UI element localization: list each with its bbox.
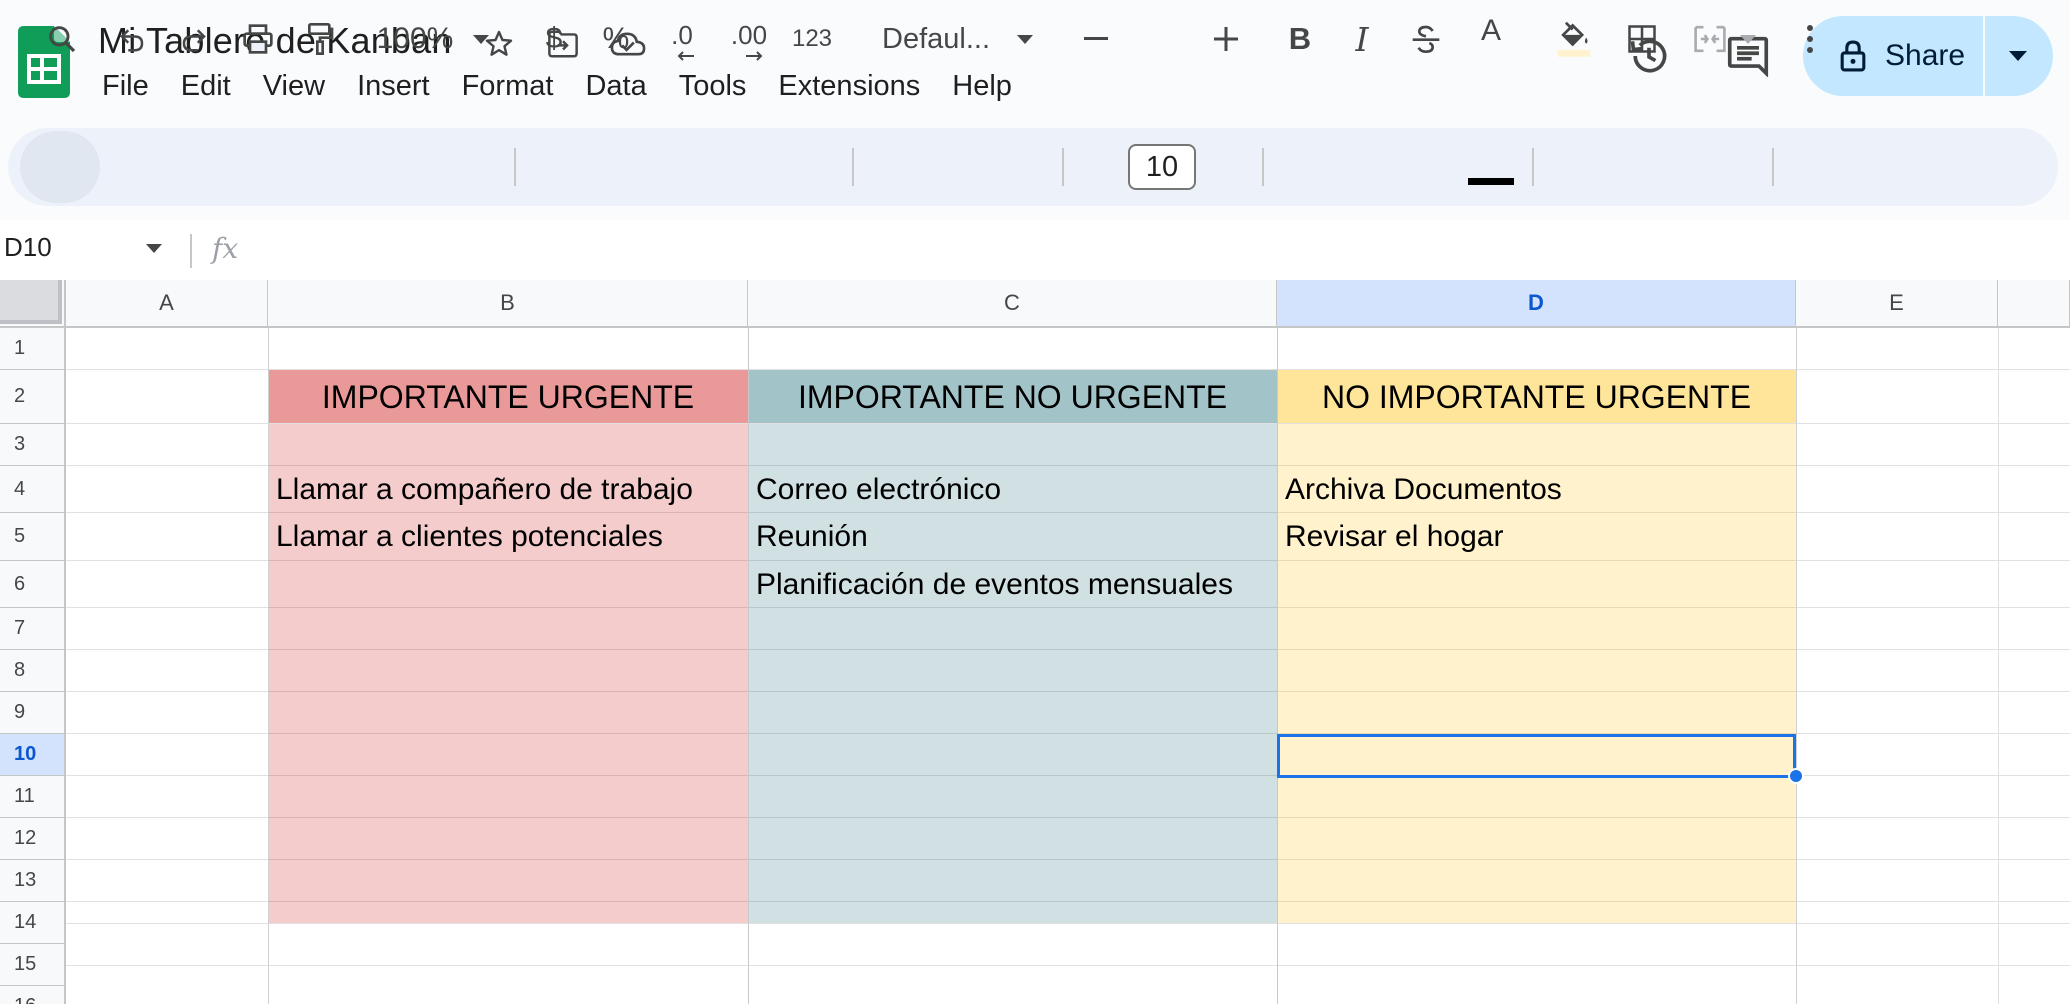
row-header-3[interactable]: 3 bbox=[0, 424, 66, 466]
row-header-15[interactable]: 15 bbox=[0, 944, 66, 986]
redo-icon[interactable] bbox=[172, 0, 216, 78]
strikethrough-icon[interactable] bbox=[1406, 0, 1446, 78]
row-header-6[interactable]: 6 bbox=[0, 561, 66, 608]
column-header-next[interactable] bbox=[1998, 280, 2070, 328]
search-menus-button[interactable] bbox=[20, 131, 100, 203]
more-formats-button[interactable]: 123 bbox=[786, 0, 838, 78]
paint-format-icon[interactable] bbox=[298, 0, 342, 78]
row-header-12[interactable]: 12 bbox=[0, 818, 66, 860]
sheet-grid: A B C D E 1 2 3 4 5 6 7 8 9 10 11 12 13 … bbox=[0, 280, 2070, 1004]
fill-color-icon[interactable] bbox=[1552, 0, 1596, 78]
cell-b4[interactable]: Llamar a compañero de trabajo bbox=[268, 466, 748, 513]
share-button[interactable]: Share bbox=[1803, 16, 1985, 96]
italic-button[interactable]: I bbox=[1344, 0, 1380, 78]
zoom-select[interactable]: 100% bbox=[360, 0, 470, 78]
borders-icon[interactable] bbox=[1622, 0, 1662, 78]
fill-handle[interactable] bbox=[1788, 768, 1804, 784]
font-size-input[interactable]: 10 bbox=[1128, 144, 1196, 190]
row-header-7[interactable]: 7 bbox=[0, 608, 66, 650]
cell-b2[interactable]: IMPORTANTE URGENTE bbox=[268, 370, 748, 424]
currency-format-button[interactable]: $ bbox=[536, 0, 572, 78]
font-family-select[interactable]: Defaul... bbox=[876, 0, 996, 78]
row-header-8[interactable]: 8 bbox=[0, 650, 66, 692]
percent-format-button[interactable]: % bbox=[598, 0, 634, 78]
share-button-group: Share bbox=[1803, 16, 2053, 96]
undo-icon[interactable] bbox=[110, 0, 154, 78]
name-box-caret-icon[interactable] bbox=[146, 240, 162, 258]
decrease-decimal-arrow-icon bbox=[676, 0, 696, 78]
cell-c6[interactable]: Planificación de eventos mensuales bbox=[748, 561, 1277, 608]
text-color-swatch bbox=[1468, 178, 1514, 185]
increase-font-size-icon[interactable] bbox=[1210, 0, 1242, 78]
column-header-a[interactable]: A bbox=[66, 280, 268, 328]
toolbar bbox=[8, 128, 2058, 206]
name-box[interactable]: D10 bbox=[4, 232, 52, 263]
row-header-16[interactable]: 16 bbox=[0, 986, 66, 1004]
search-icon[interactable] bbox=[40, 0, 84, 78]
column-header-b[interactable]: B bbox=[268, 280, 748, 328]
row-header-10[interactable]: 10 bbox=[0, 734, 66, 776]
increase-decimal-arrow-icon bbox=[744, 0, 764, 78]
caret-down-icon bbox=[2009, 51, 2027, 61]
row-header-9[interactable]: 9 bbox=[0, 692, 66, 734]
font-caret-icon[interactable] bbox=[1010, 0, 1040, 78]
cell-b5[interactable]: Llamar a clientes potenciales bbox=[268, 513, 748, 561]
cell-c5[interactable]: Reunión bbox=[748, 513, 1277, 561]
bold-button[interactable]: B bbox=[1282, 0, 1318, 78]
active-cell-d10[interactable] bbox=[1277, 734, 1796, 778]
lock-icon bbox=[1840, 40, 1866, 72]
row-header-1[interactable]: 1 bbox=[0, 328, 66, 370]
row-header-2[interactable]: 2 bbox=[0, 370, 66, 424]
share-label: Share bbox=[1885, 39, 1966, 72]
column-header-c[interactable]: C bbox=[748, 280, 1277, 328]
column-header-e[interactable]: E bbox=[1796, 280, 1998, 328]
row-header-11[interactable]: 11 bbox=[0, 776, 66, 818]
share-dropdown-button[interactable] bbox=[1985, 16, 2051, 96]
select-all-corner[interactable] bbox=[0, 280, 66, 328]
row-header-14[interactable]: 14 bbox=[0, 902, 66, 944]
formula-input[interactable] bbox=[260, 228, 2050, 272]
more-options-icon[interactable] bbox=[1792, 0, 1828, 78]
row-header-4[interactable]: 4 bbox=[0, 466, 66, 513]
row-header-13[interactable]: 13 bbox=[0, 860, 66, 902]
cell-d4[interactable]: Archiva Documentos bbox=[1277, 466, 1796, 513]
cell-c2[interactable]: IMPORTANTE NO URGENTE bbox=[748, 370, 1277, 424]
cell-d2[interactable]: NO IMPORTANTE URGENTE bbox=[1277, 370, 1796, 424]
merge-cells-icon bbox=[1688, 0, 1732, 78]
cell-c4[interactable]: Correo electrónico bbox=[748, 466, 1277, 513]
zoom-caret-icon[interactable] bbox=[466, 0, 496, 78]
column-header-d[interactable]: D bbox=[1277, 280, 1796, 328]
fx-icon: fx bbox=[212, 232, 239, 265]
cell-d5[interactable]: Revisar el hogar bbox=[1277, 513, 1796, 561]
text-color-button[interactable]: A bbox=[1468, 0, 1514, 78]
row-header-5[interactable]: 5 bbox=[0, 513, 66, 561]
decrease-font-size-icon[interactable] bbox=[1080, 0, 1112, 78]
print-icon[interactable] bbox=[236, 0, 280, 78]
merge-caret-icon bbox=[1734, 0, 1762, 78]
